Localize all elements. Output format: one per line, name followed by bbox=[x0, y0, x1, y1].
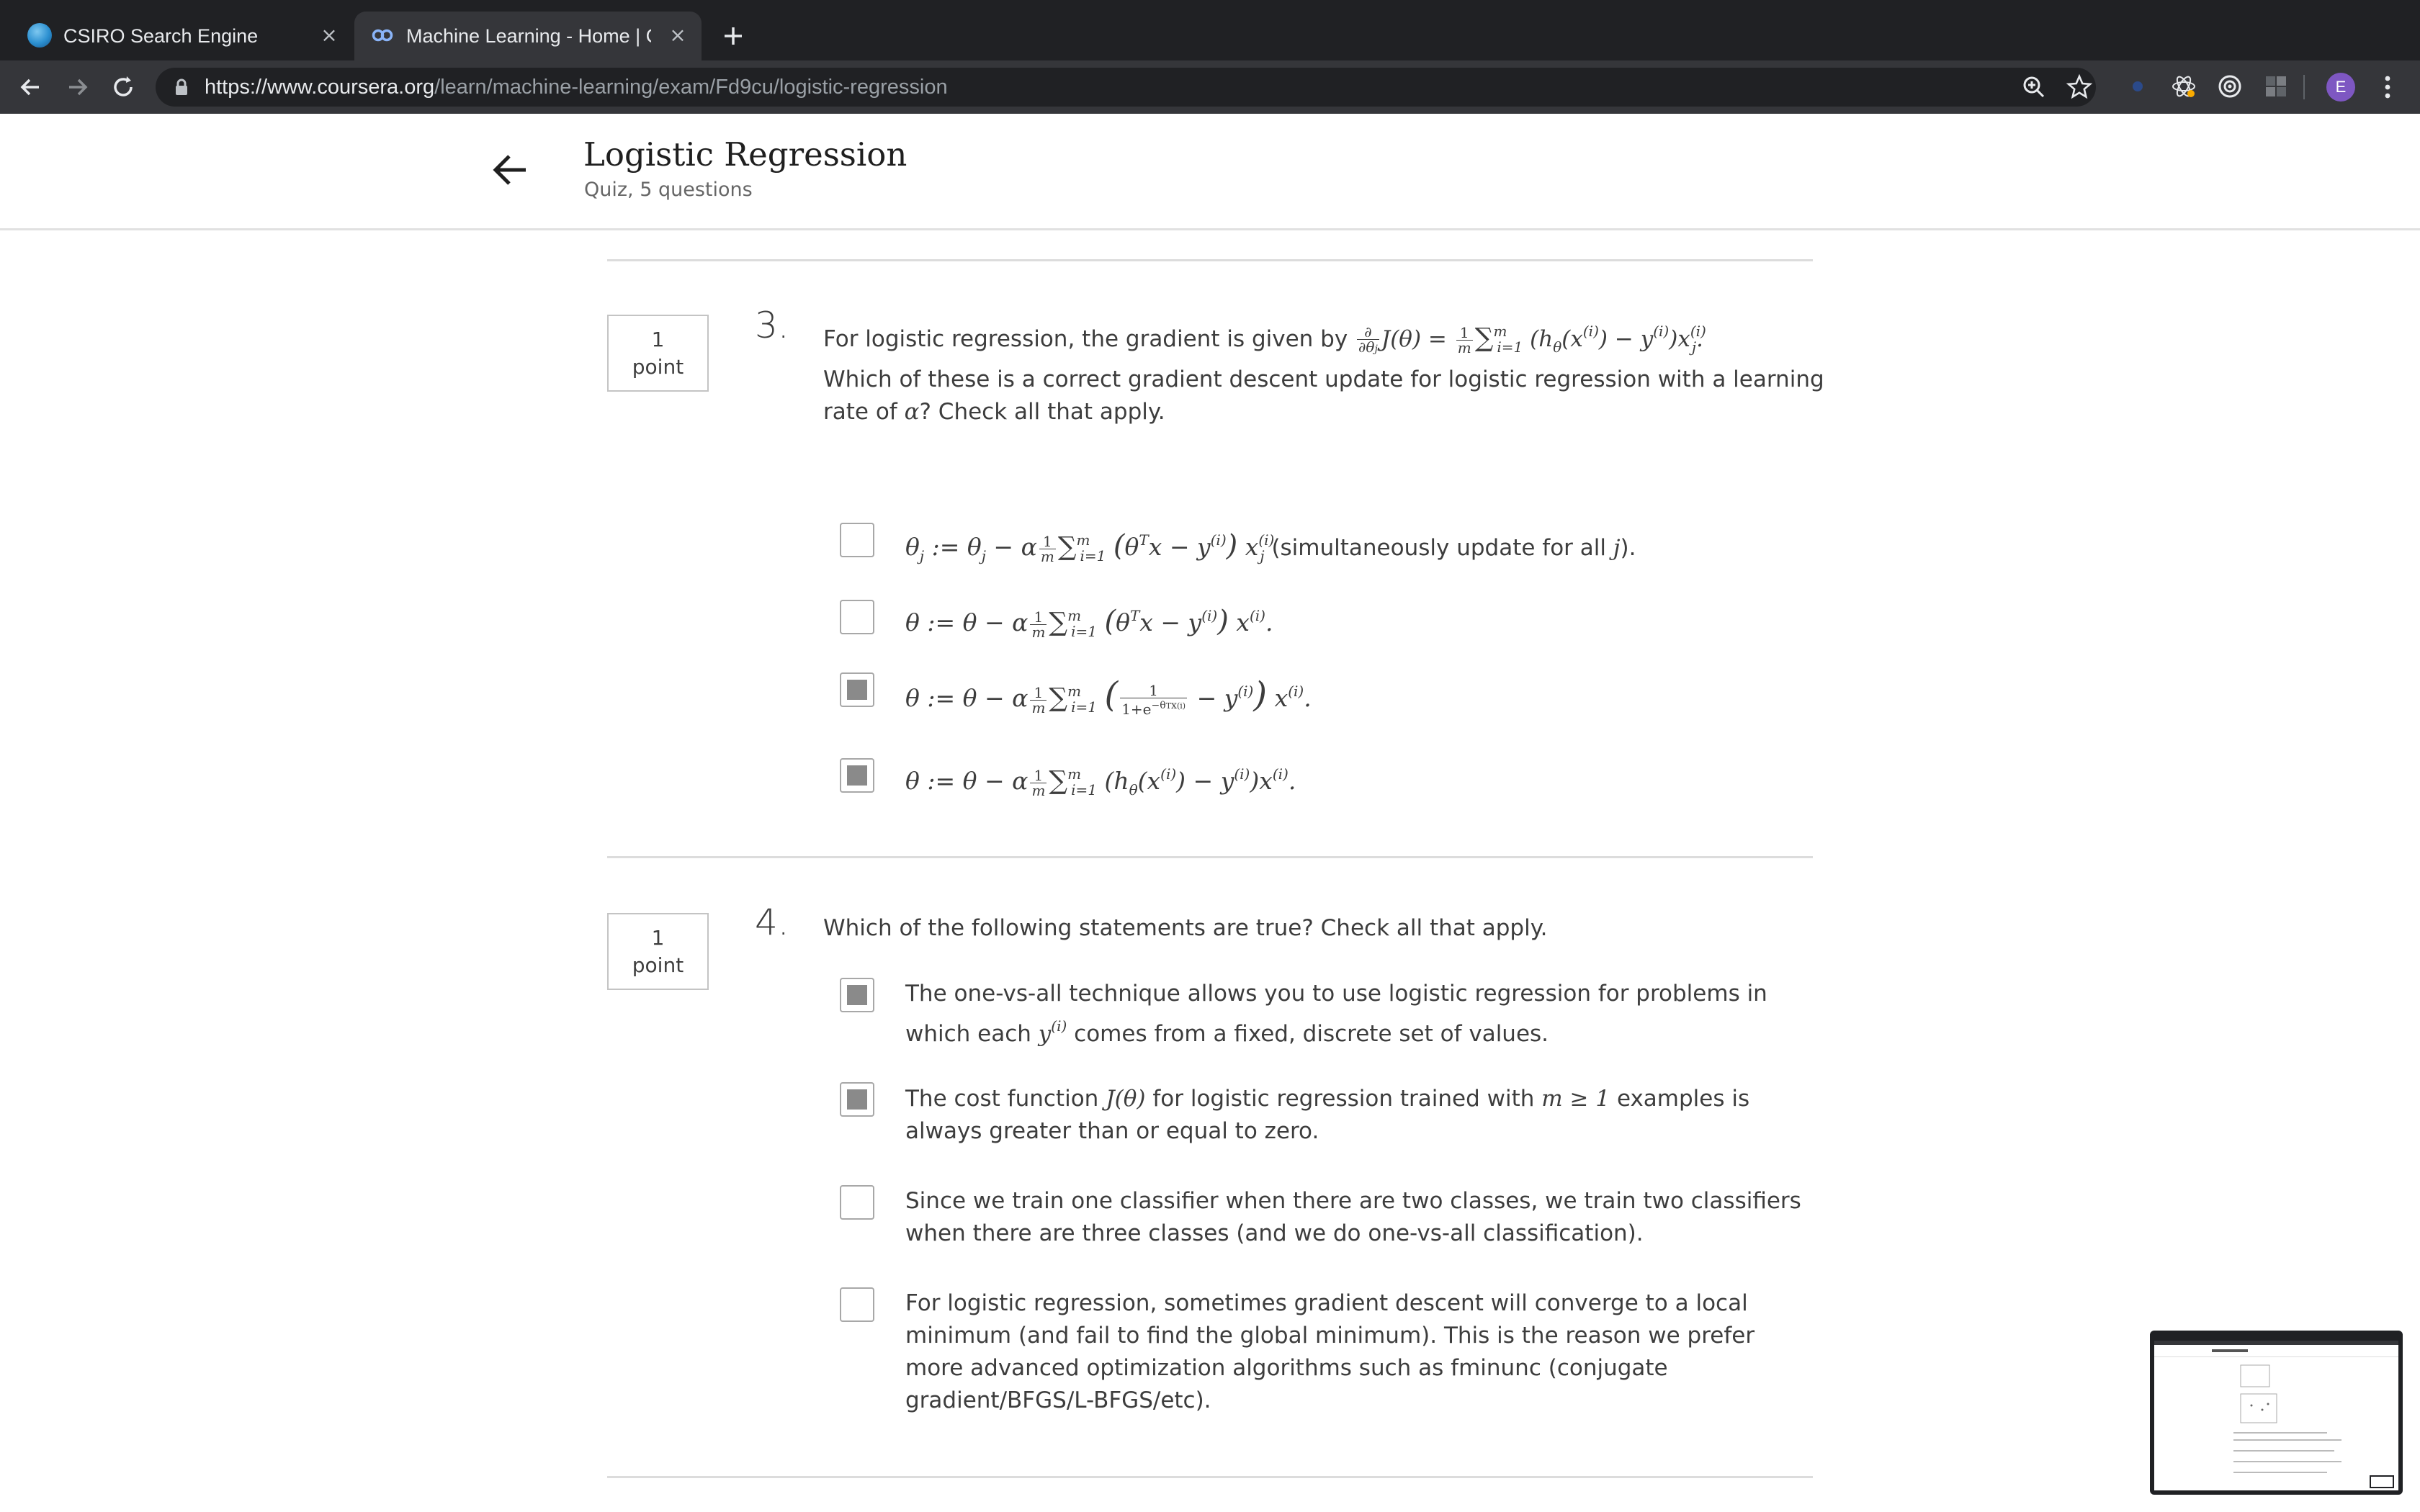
update-formula-a: θj := θj − α 1 m ∑mi=1 (θTx − y(i)) x(i)j bbox=[905, 529, 1275, 565]
close-tab-icon[interactable]: × bbox=[667, 24, 689, 46]
forward-icon[interactable] bbox=[63, 73, 91, 101]
option-checkbox[interactable] bbox=[840, 600, 874, 634]
option-label[interactable]: The cost function J(θ) for logistic regr… bbox=[905, 1083, 1755, 1148]
bookmark-star-icon[interactable] bbox=[2065, 73, 2094, 102]
grid-extension-icon[interactable] bbox=[2262, 72, 2290, 101]
prompt-text: ? Check all that apply. bbox=[919, 399, 1165, 425]
option-label[interactable]: Since we train one classifier when there… bbox=[905, 1185, 1801, 1250]
coursera-infinity-icon bbox=[370, 23, 395, 48]
section-divider bbox=[607, 856, 1813, 858]
option-checkbox[interactable] bbox=[840, 1185, 874, 1220]
reload-icon[interactable] bbox=[109, 73, 137, 101]
section-divider bbox=[607, 1476, 1813, 1478]
update-formula-b: θ := θ − α 1 m ∑mi=1 (θTx − y(i)) x(i). bbox=[905, 605, 1273, 641]
back-arrow-icon[interactable] bbox=[490, 150, 532, 190]
option-text: for logistic regression trained with bbox=[1152, 1086, 1535, 1112]
points-value: 1 bbox=[651, 926, 665, 950]
cost-function-symbol: J(θ) bbox=[1106, 1086, 1146, 1112]
extension-dot-icon[interactable] bbox=[2123, 72, 2152, 101]
option-text: examples is bbox=[1616, 1086, 1750, 1112]
option-checkbox-checked[interactable] bbox=[840, 672, 874, 707]
tab-title: CSIRO Search Engine bbox=[63, 25, 259, 47]
points-value: 1 bbox=[651, 328, 665, 351]
page-subtitle: Quiz, 5 questions bbox=[584, 179, 753, 201]
prompt-text: For logistic regression, the gradient is… bbox=[823, 326, 1348, 352]
zoom-icon[interactable] bbox=[2020, 73, 2048, 102]
url-text[interactable]: https://www.coursera.org/learn/machine-l… bbox=[205, 68, 948, 107]
option-text: The one-vs-all technique allows you to u… bbox=[905, 981, 1767, 1007]
csiro-globe-icon bbox=[27, 23, 52, 48]
profile-avatar[interactable]: E bbox=[2326, 73, 2355, 102]
toolbar-divider bbox=[2303, 75, 2305, 99]
points-unit: point bbox=[632, 355, 684, 379]
option-text: minimum (and fail to find the global min… bbox=[905, 1323, 1755, 1349]
tab-machine-learning-coursera[interactable]: Machine Learning - Home | Coursera × bbox=[354, 12, 702, 60]
option-note-end: ). bbox=[1620, 535, 1636, 561]
option-text: comes from a fixed, discrete set of valu… bbox=[1074, 1021, 1549, 1047]
target-extension-icon[interactable] bbox=[2215, 72, 2244, 101]
option-label[interactable]: For logistic regression, sometimes gradi… bbox=[905, 1287, 1755, 1417]
option-label[interactable]: θj := θj − α 1 m ∑mi=1 (θTx − y(i)) x(i)j (… bbox=[905, 524, 1755, 572]
question-number: 4. bbox=[755, 901, 789, 943]
option-text: more advanced optimization algorithms su… bbox=[905, 1355, 1668, 1381]
prompt-text: Which of these is a correct gradient des… bbox=[823, 366, 1824, 392]
y-i-symbol: y(i) bbox=[1038, 1017, 1067, 1047]
prompt-text: rate of bbox=[823, 399, 897, 425]
question-number: 3. bbox=[755, 305, 789, 346]
tab-title: Machine Learning - Home | Coursera bbox=[406, 25, 651, 47]
option-text: Since we train one classifier when there… bbox=[905, 1188, 1801, 1214]
gradient-formula: ∂ ∂θj J(θ) = 1 m ∑mi=1 (hθ(x(i)) − y(i))x(i)… bbox=[1357, 323, 1706, 356]
browser-toolbar: https://www.coursera.org/learn/machine-l… bbox=[0, 60, 2420, 114]
option-text: always greater than or equal to zero. bbox=[905, 1118, 1319, 1144]
option-label[interactable]: θ := θ − α 1 m ∑mi=1 (1 1+e−θTx(i) − y(i)) x… bbox=[905, 675, 1755, 724]
screenshot-thumbnail[interactable] bbox=[2150, 1331, 2403, 1495]
points-box: 1 point bbox=[607, 315, 709, 392]
question-prompt: For logistic regression, the gradient is… bbox=[823, 315, 1824, 428]
option-text: For logistic regression, sometimes gradi… bbox=[905, 1290, 1748, 1316]
question-prompt: Which of the following statements are tr… bbox=[823, 915, 1548, 941]
browser-tab-strip: CSIRO Search Engine × Machine Learning -… bbox=[0, 0, 2420, 60]
m-geq-1-symbol: m ≥ 1 bbox=[1541, 1086, 1610, 1112]
new-tab-plus-icon[interactable] bbox=[717, 20, 749, 52]
close-tab-icon[interactable]: × bbox=[318, 24, 340, 46]
option-checkbox-checked[interactable] bbox=[840, 978, 874, 1012]
url-path: /learn/machine-learning/exam/Fd9cu/logis… bbox=[434, 76, 948, 99]
option-checkbox-checked[interactable] bbox=[840, 758, 874, 793]
points-unit: point bbox=[632, 953, 684, 977]
option-checkbox[interactable] bbox=[840, 1287, 874, 1322]
alpha-symbol: α bbox=[904, 399, 920, 425]
option-text: gradient/BFGS/L-BFGS/etc). bbox=[905, 1387, 1211, 1413]
address-bar[interactable]: https://www.coursera.org/learn/machine-l… bbox=[156, 68, 2096, 107]
url-host: https://www.coursera.org bbox=[205, 76, 435, 99]
page-title: Logistic Regression bbox=[583, 135, 908, 174]
update-formula-c: θ := θ − α 1 m ∑mi=1 (1 1+e−θTx(i) − y(i)) x… bbox=[905, 675, 1312, 718]
chrome-menu-icon[interactable] bbox=[2377, 72, 2398, 102]
option-text: which each bbox=[905, 1021, 1031, 1047]
option-checkbox-checked[interactable] bbox=[840, 1082, 874, 1117]
react-devtools-icon[interactable] bbox=[2169, 72, 2198, 101]
option-note: (simultaneously update for all bbox=[1271, 535, 1606, 561]
section-divider bbox=[607, 259, 1813, 261]
quiz-header: Logistic Regression Quiz, 5 questions bbox=[0, 114, 2420, 230]
update-formula-d: θ := θ − α 1 m ∑mi=1 (hθ(x(i)) − y(i))x(i). bbox=[905, 765, 1296, 799]
thumbnail-preview bbox=[2154, 1335, 2398, 1490]
option-label[interactable]: θ := θ − α 1 m ∑mi=1 (θTx − y(i)) x(i). bbox=[905, 600, 1755, 648]
option-text: when there are three classes (and we do … bbox=[905, 1220, 1644, 1246]
points-box: 1 point bbox=[607, 913, 709, 990]
option-checkbox[interactable] bbox=[840, 523, 874, 557]
lock-icon[interactable] bbox=[174, 78, 189, 96]
option-text: The cost function bbox=[905, 1086, 1099, 1112]
option-label[interactable]: The one-vs-all technique allows you to u… bbox=[905, 978, 1767, 1050]
back-icon[interactable] bbox=[17, 73, 45, 101]
option-label[interactable]: θ := θ − α 1 m ∑mi=1 (hθ(x(i)) − y(i))x(i). bbox=[905, 758, 1755, 806]
tab-csiro-search-engine[interactable]: CSIRO Search Engine × bbox=[12, 12, 353, 60]
